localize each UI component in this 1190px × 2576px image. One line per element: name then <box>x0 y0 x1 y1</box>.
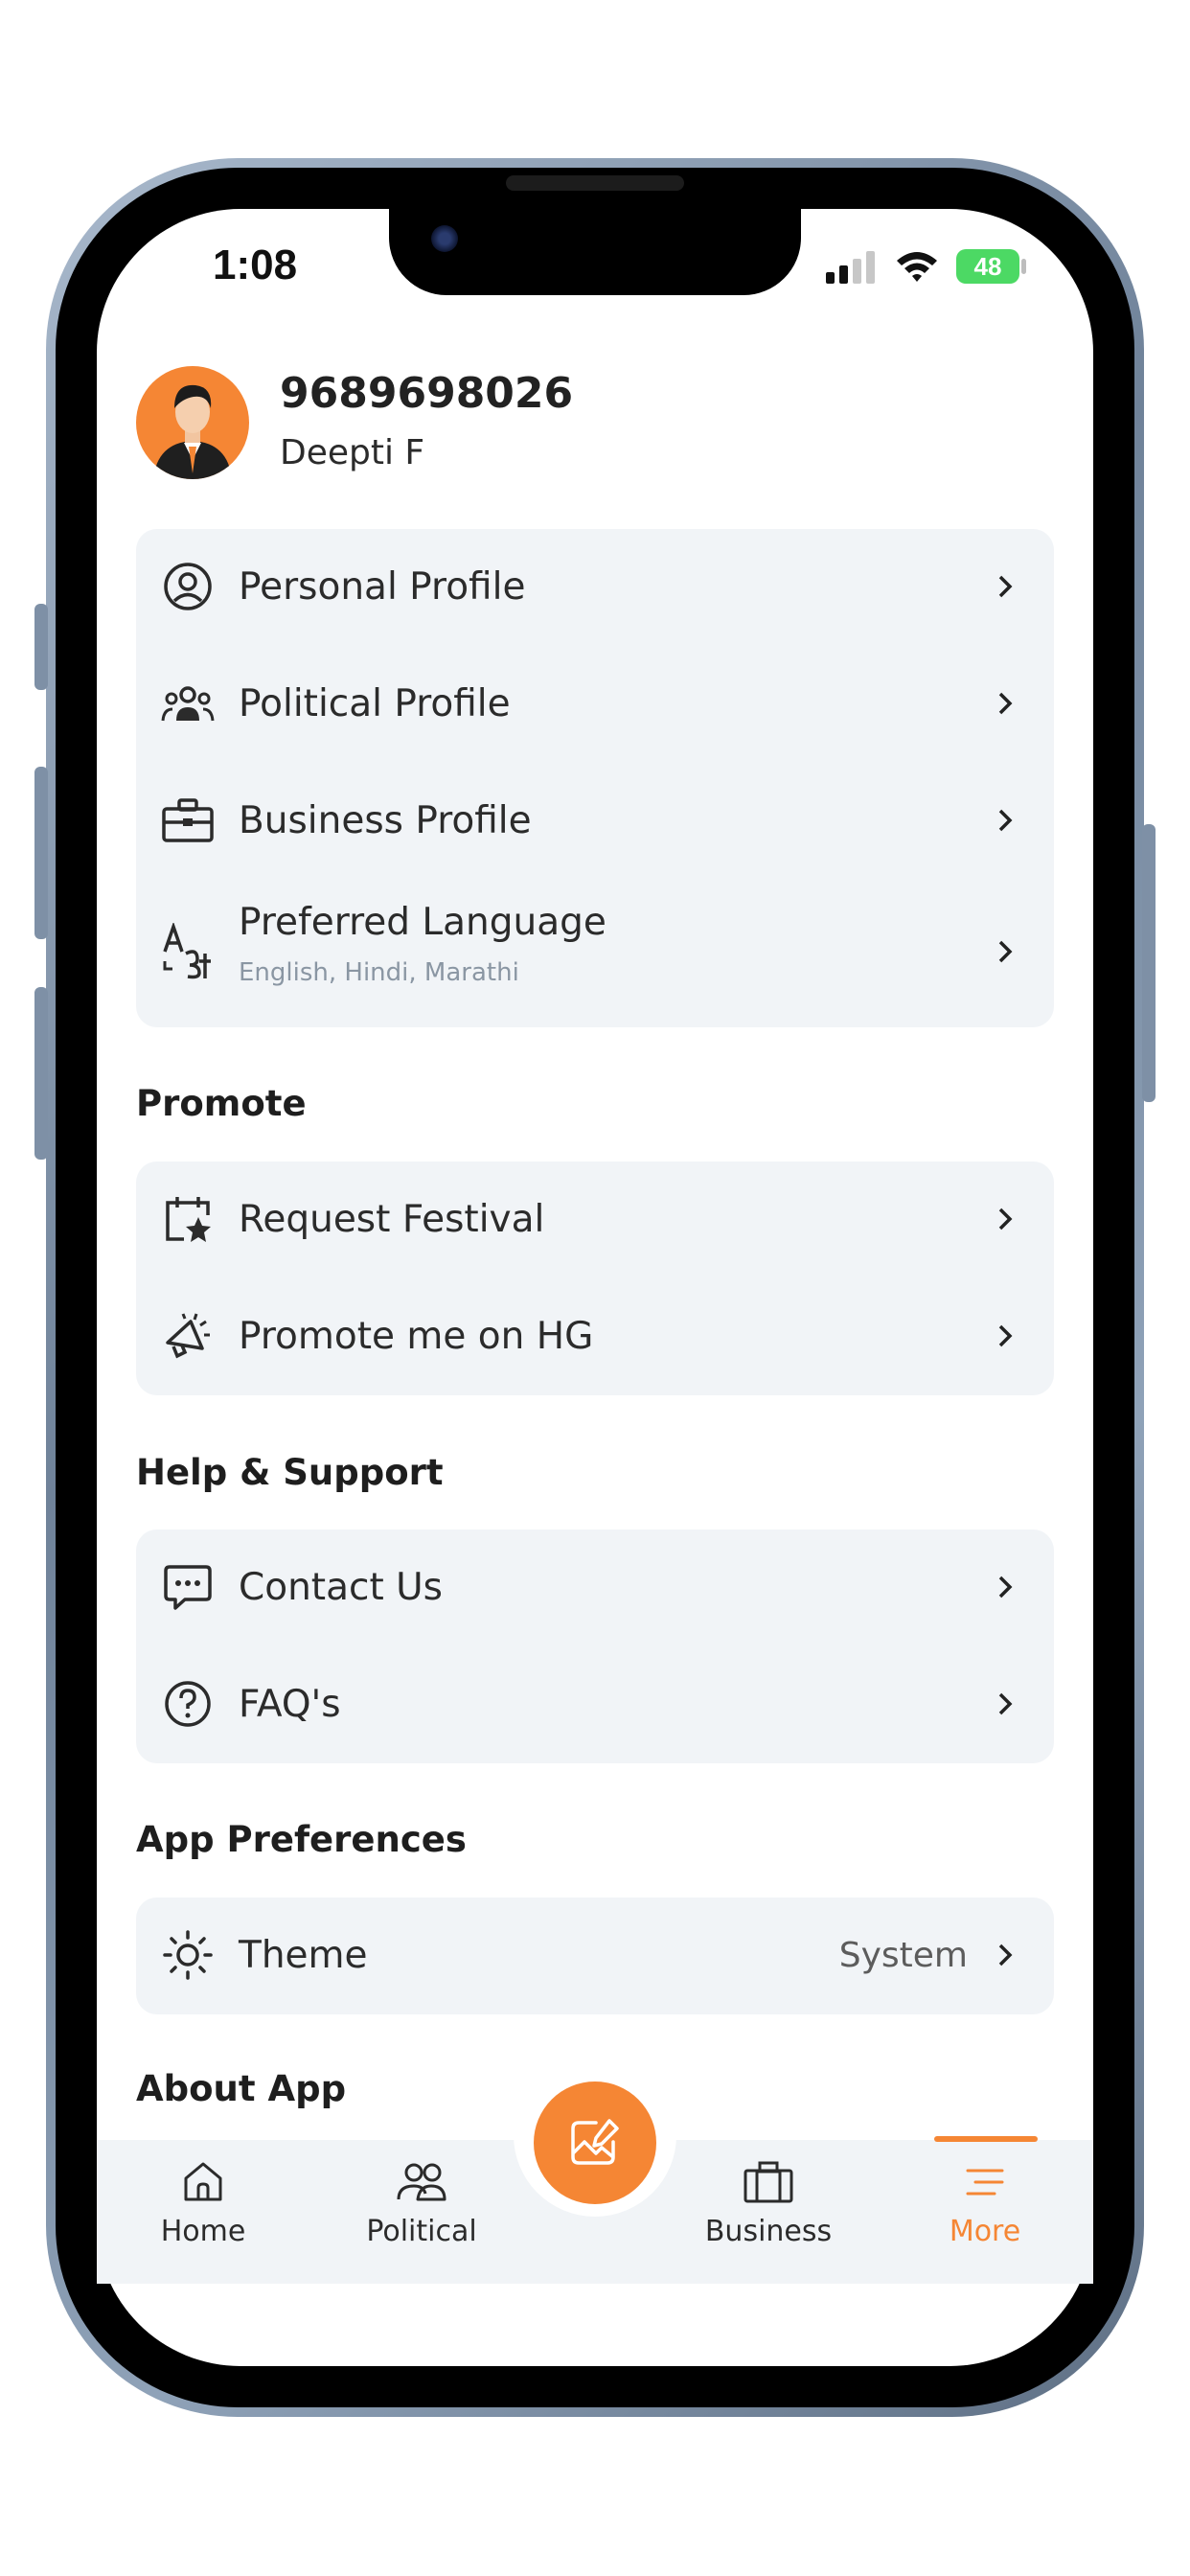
menu-item-label: Political Profile <box>239 681 511 725</box>
menu-item-label: Theme <box>239 1933 368 1977</box>
theme-value: System <box>838 1935 968 1975</box>
menu-item-contact-us[interactable]: Contact Us <box>136 1530 1054 1644</box>
menu-item-label: Business Profile <box>239 798 532 842</box>
tab-political[interactable]: Political <box>326 2159 517 2248</box>
menu-item-label: Request Festival <box>239 1197 545 1241</box>
chat-bubble-icon <box>161 1560 215 1614</box>
group-icon <box>161 677 215 730</box>
sun-icon <box>161 1928 215 1982</box>
preferences-menu-card: Theme System <box>136 1898 1054 2014</box>
account-menu-card: Personal Profile Political Profile Busin… <box>136 529 1054 1027</box>
profile-phone: 9689698026 <box>280 369 574 418</box>
mute-switch <box>34 604 48 690</box>
megaphone-icon <box>161 1309 215 1363</box>
users-icon <box>397 2163 446 2201</box>
chevron-right-icon <box>998 1208 1013 1230</box>
chevron-right-icon <box>998 940 1013 963</box>
menu-item-label: Personal Profile <box>239 564 526 609</box>
create-post-button[interactable] <box>534 2082 656 2204</box>
calendar-star-icon <box>161 1192 215 1246</box>
chevron-right-icon <box>998 1576 1013 1598</box>
chevron-right-icon <box>998 1944 1013 1966</box>
signal-icon <box>826 251 875 284</box>
battery-level: 48 <box>973 251 1002 281</box>
briefcase-icon <box>161 794 215 847</box>
power-button <box>1142 824 1156 1102</box>
promote-menu-card: Request Festival Promote me on HG <box>136 1162 1054 1395</box>
menu-item-political-profile[interactable]: Political Profile <box>136 646 1054 761</box>
menu-item-faqs[interactable]: FAQ's <box>136 1646 1054 1761</box>
avatar-illustration <box>153 384 232 479</box>
avatar[interactable] <box>136 366 249 479</box>
section-title-help: Help & Support <box>136 1452 444 1493</box>
home-icon <box>184 2162 222 2201</box>
wifi-icon <box>897 252 937 282</box>
chevron-right-icon <box>998 809 1013 832</box>
status-time: 1:08 <box>213 242 298 288</box>
tab-label: Political <box>366 2215 477 2248</box>
briefcase-icon <box>744 2161 793 2203</box>
edit-image-icon <box>571 2119 619 2165</box>
notch <box>389 209 801 295</box>
volume-up-button <box>34 767 48 939</box>
menu-item-label: FAQ's <box>239 1682 341 1726</box>
chevron-right-icon <box>998 575 1013 598</box>
volume-down-button <box>34 987 48 1160</box>
battery-icon: 48 <box>956 249 1019 284</box>
tab-label: Business <box>704 2215 833 2248</box>
tab-label: Home <box>160 2215 246 2248</box>
front-camera <box>431 225 458 252</box>
tab-home[interactable]: Home <box>107 2159 299 2248</box>
language-icon <box>161 923 215 979</box>
user-circle-icon <box>161 560 215 613</box>
section-title-promote: Promote <box>136 1083 307 1124</box>
menu-item-sublabel: English, Hindi, Marathi <box>239 958 519 987</box>
help-menu-card: Contact Us FAQ's <box>136 1530 1054 1763</box>
tab-label: More <box>949 2215 1021 2248</box>
menu-item-business-profile[interactable]: Business Profile <box>136 763 1054 878</box>
speaker-grille <box>506 175 684 191</box>
chevron-right-icon <box>998 692 1013 715</box>
menu-item-theme[interactable]: Theme System <box>136 1898 1054 2012</box>
section-title-preferences: App Preferences <box>136 1819 467 1860</box>
section-title-about: About App <box>136 2068 347 2109</box>
battery-tip <box>1021 259 1026 274</box>
tab-more[interactable]: More <box>889 2159 1081 2248</box>
menu-lines-icon <box>966 2169 1004 2196</box>
tab-business[interactable]: Business <box>673 2159 864 2248</box>
menu-item-label: Preferred Language <box>239 901 606 944</box>
question-circle-icon <box>161 1677 215 1731</box>
chevron-right-icon <box>998 1324 1013 1347</box>
chevron-right-icon <box>998 1692 1013 1715</box>
menu-item-personal-profile[interactable]: Personal Profile <box>136 529 1054 644</box>
menu-item-label: Contact Us <box>239 1565 443 1609</box>
menu-item-label: Promote me on HG <box>239 1314 594 1358</box>
menu-item-request-festival[interactable]: Request Festival <box>136 1162 1054 1276</box>
active-tab-indicator <box>934 2136 1038 2142</box>
menu-item-promote-me[interactable]: Promote me on HG <box>136 1278 1054 1393</box>
menu-item-preferred-language[interactable]: Preferred Language English, Hindi, Marat… <box>136 880 1054 1024</box>
profile-name: Deepti F <box>280 433 425 472</box>
